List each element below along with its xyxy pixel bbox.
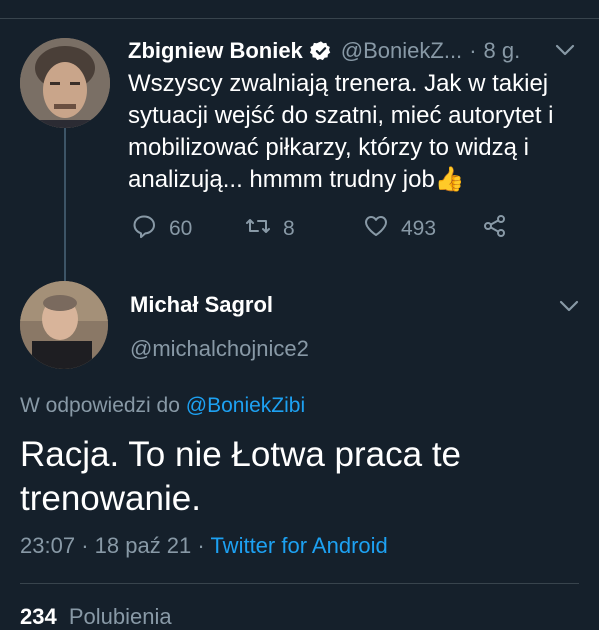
reply-count: 60 (169, 217, 193, 240)
reply-to-mention-link[interactable]: @BoniekZibi (186, 394, 305, 417)
reply-author-handle[interactable]: @michalchojnice2 (130, 336, 309, 362)
tweet-header: Zbigniew Boniek @BoniekZ... · 8 g. (128, 36, 520, 66)
meta-separator: · (197, 533, 205, 558)
source-link[interactable]: Twitter for Android (210, 533, 387, 558)
reply-text: Racja. To nie Łotwa praca te trenowanie. (20, 435, 462, 518)
tweet-meta: 23:07 · 18 paź 21 · Twitter for Android (20, 533, 388, 559)
likes-label: Polubienia (68, 604, 172, 629)
retweet-icon (245, 213, 271, 245)
chevron-down-icon[interactable] (557, 296, 581, 316)
avatar-sagrol[interactable] (20, 281, 108, 369)
reply-to-prefix: W odpowiedzi do (20, 394, 180, 417)
reply-author-name[interactable]: Michał Sagrol (130, 292, 273, 318)
thread-line (64, 128, 66, 284)
meta-separator: · (81, 533, 89, 558)
share-button[interactable] (482, 214, 508, 244)
retweet-button[interactable]: 8 (245, 214, 295, 244)
reply-time[interactable]: 23:07 (20, 533, 75, 558)
likes-summary[interactable]: 234 Polubienia (20, 604, 172, 630)
like-count: 493 (401, 217, 437, 240)
verified-icon (309, 40, 332, 62)
tweet-time[interactable]: 8 g. (484, 38, 521, 64)
like-icon (363, 213, 389, 245)
like-button[interactable]: 493 (363, 214, 436, 244)
tweet-text: Wszyscy zwalniają trenera. Jak w takiej … (128, 70, 554, 193)
reply-to-line: W odpowiedzi do @BoniekZibi (20, 394, 305, 418)
author-handle[interactable]: @BoniekZ... (341, 38, 462, 64)
separator-dot: · (469, 38, 477, 63)
bottom-divider (20, 583, 579, 584)
reply-date[interactable]: 18 paź 21 (95, 533, 192, 558)
avatar-boniek[interactable] (20, 38, 110, 128)
reply-button[interactable]: 60 (131, 214, 192, 244)
author-name[interactable]: Zbigniew Boniek (128, 38, 303, 64)
retweet-count: 8 (283, 217, 295, 240)
chevron-down-icon[interactable] (553, 40, 577, 60)
share-icon (482, 213, 508, 245)
top-divider (0, 18, 599, 19)
likes-count: 234 (20, 604, 57, 629)
reply-icon (131, 213, 157, 245)
